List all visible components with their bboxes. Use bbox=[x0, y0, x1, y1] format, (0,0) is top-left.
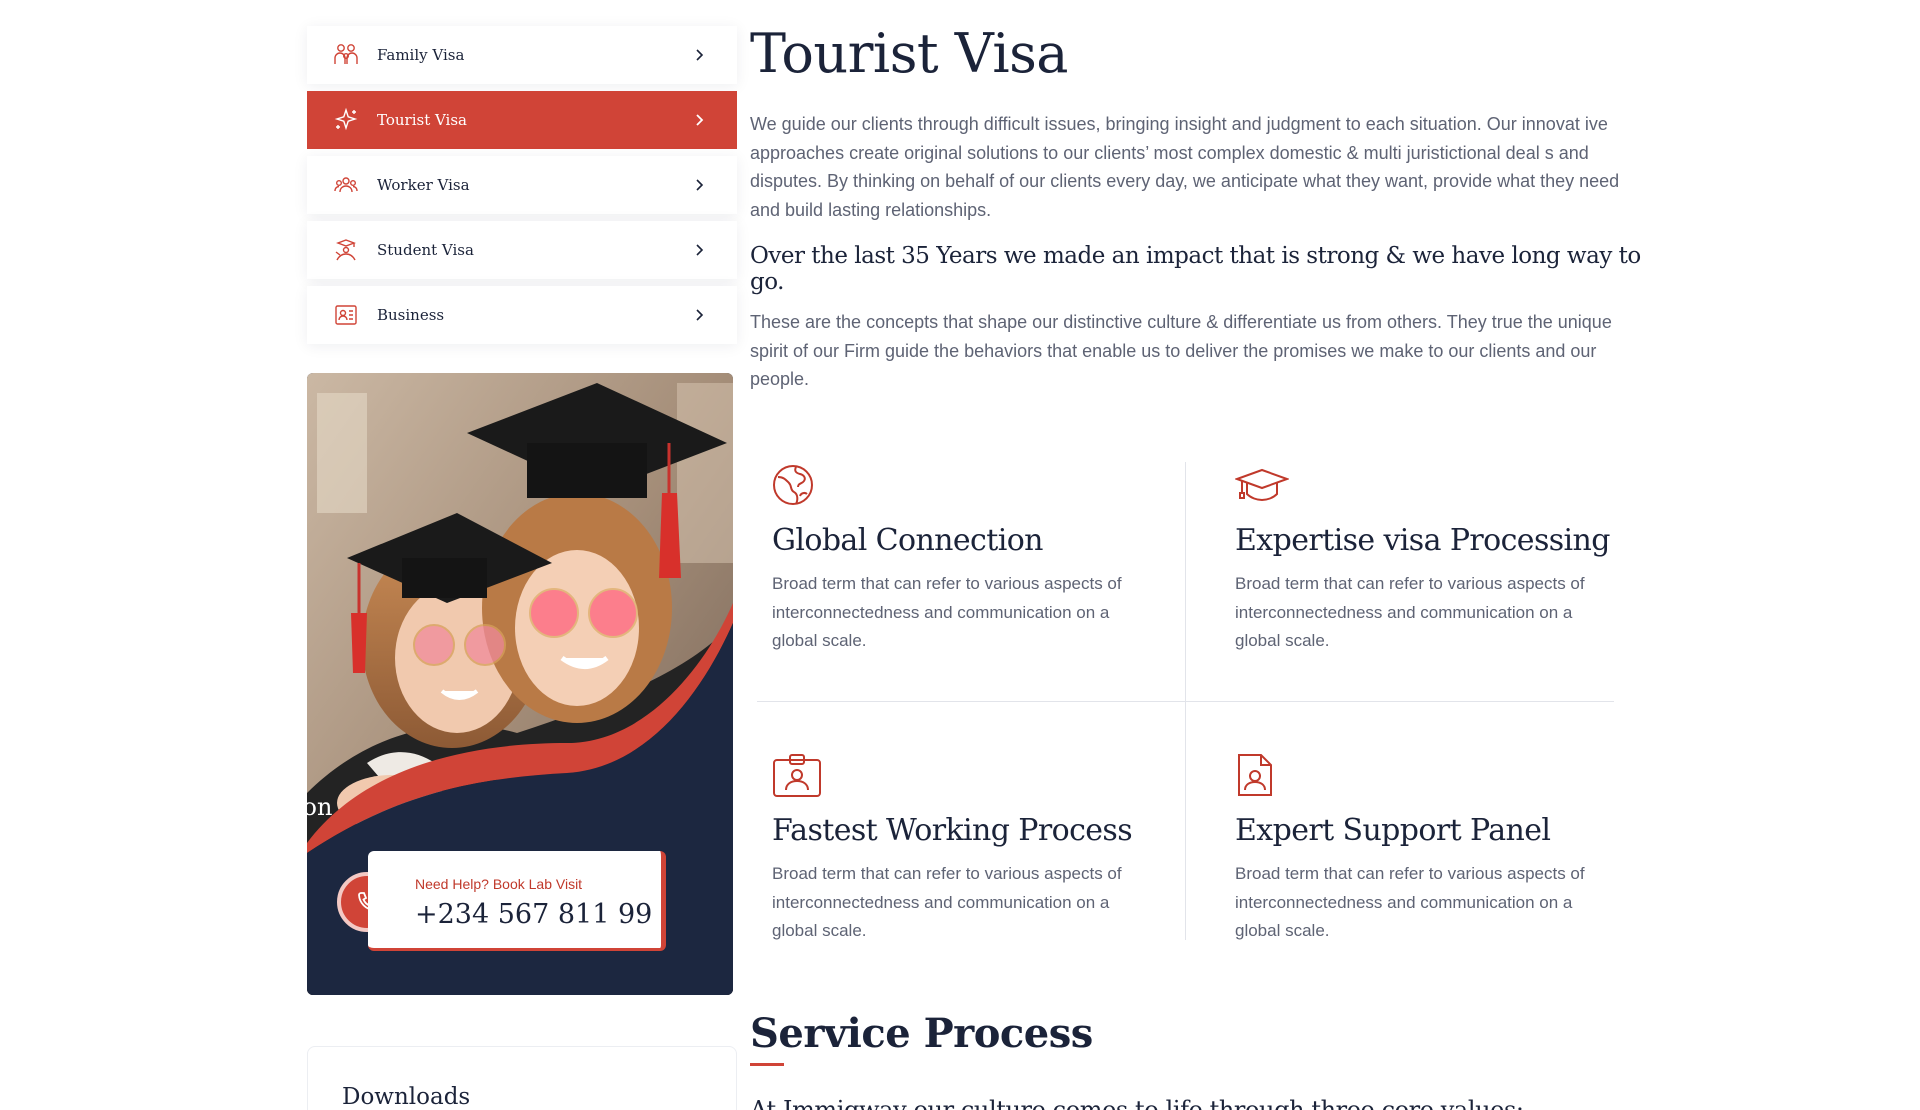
feature-text: Broad term that can refer to various asp… bbox=[1235, 864, 1585, 940]
chevron-right-icon bbox=[696, 179, 704, 191]
family-icon bbox=[333, 42, 359, 68]
impact-statement: Over the last 35 Years we made an impact… bbox=[750, 243, 1641, 295]
feature-expert-support-panel: Expert Support Panel Broad term that can… bbox=[1235, 752, 1615, 946]
service-process-text: At Immigway our culture comes to life th… bbox=[750, 1096, 1524, 1110]
graduation-cap-icon bbox=[1234, 468, 1290, 502]
grid-divider-horizontal bbox=[757, 701, 1614, 702]
feature-global-connection: Global Connection Broad term that can re… bbox=[772, 462, 1152, 656]
service-process-title: Service Process bbox=[750, 1010, 1093, 1057]
feature-title: Expertise visa Processing bbox=[1235, 523, 1610, 558]
sidebar-item-business[interactable]: Business bbox=[307, 286, 737, 344]
sidebar-item-label: Student Visa bbox=[377, 241, 474, 259]
feature-fastest-working-process: Fastest Working Process Broad term that … bbox=[772, 752, 1152, 946]
chevron-right-icon bbox=[696, 244, 704, 256]
sidebar-item-label: Business bbox=[377, 306, 445, 324]
feature-title: Global Connection bbox=[772, 523, 1043, 558]
title-underline bbox=[750, 1063, 784, 1066]
chevron-right-icon bbox=[696, 114, 704, 126]
feature-title: Expert Support Panel bbox=[1235, 813, 1551, 848]
sparkle-icon bbox=[333, 107, 359, 133]
globe-icon bbox=[773, 465, 813, 505]
sidebar-item-worker-visa[interactable]: Worker Visa bbox=[307, 156, 737, 214]
promo-title: Visa & Immigration bbox=[93, 793, 333, 821]
help-phone-number[interactable]: +234 567 811 99 bbox=[415, 899, 652, 930]
chevron-right-icon bbox=[696, 49, 704, 61]
worker-group-icon bbox=[333, 172, 359, 198]
help-label: Need Help? Book Lab Visit bbox=[415, 876, 583, 892]
page-title: Tourist Visa bbox=[750, 22, 1069, 85]
business-profile-icon bbox=[333, 302, 359, 328]
chevron-right-icon bbox=[696, 309, 704, 321]
sidebar-item-label: Worker Visa bbox=[377, 176, 470, 194]
feature-text: Broad term that can refer to various asp… bbox=[1235, 574, 1585, 650]
downloads-title: Downloads bbox=[342, 1084, 471, 1110]
downloads-panel: Downloads bbox=[307, 1046, 737, 1110]
feature-text: Broad term that can refer to various asp… bbox=[772, 864, 1122, 940]
id-badge-icon bbox=[773, 754, 821, 797]
visa-sidebar-menu: Family Visa Tourist Visa Worker Visa Stu… bbox=[307, 26, 737, 351]
sidebar-item-family-visa[interactable]: Family Visa bbox=[307, 26, 737, 84]
sidebar-item-tourist-visa[interactable]: Tourist Visa bbox=[307, 91, 737, 149]
feature-title: Fastest Working Process bbox=[772, 813, 1133, 848]
feature-text: Broad term that can refer to various asp… bbox=[772, 574, 1122, 650]
sidebar-item-student-visa[interactable]: Student Visa bbox=[307, 221, 737, 279]
sidebar-item-label: Family Visa bbox=[377, 46, 465, 64]
sidebar-item-label: Tourist Visa bbox=[377, 111, 467, 129]
student-icon bbox=[333, 237, 359, 263]
concepts-paragraph: These are the concepts that shape our di… bbox=[750, 312, 1612, 389]
help-contact-box: Need Help? Book Lab Visit +234 567 811 9… bbox=[368, 851, 666, 951]
features-grid: Global Connection Broad term that can re… bbox=[757, 462, 1614, 940]
intro-paragraph: We guide our clients through difficult i… bbox=[750, 114, 1620, 220]
feature-expertise-visa-processing: Expertise visa Processing Broad term tha… bbox=[1234, 462, 1615, 656]
document-user-icon bbox=[1238, 754, 1272, 796]
